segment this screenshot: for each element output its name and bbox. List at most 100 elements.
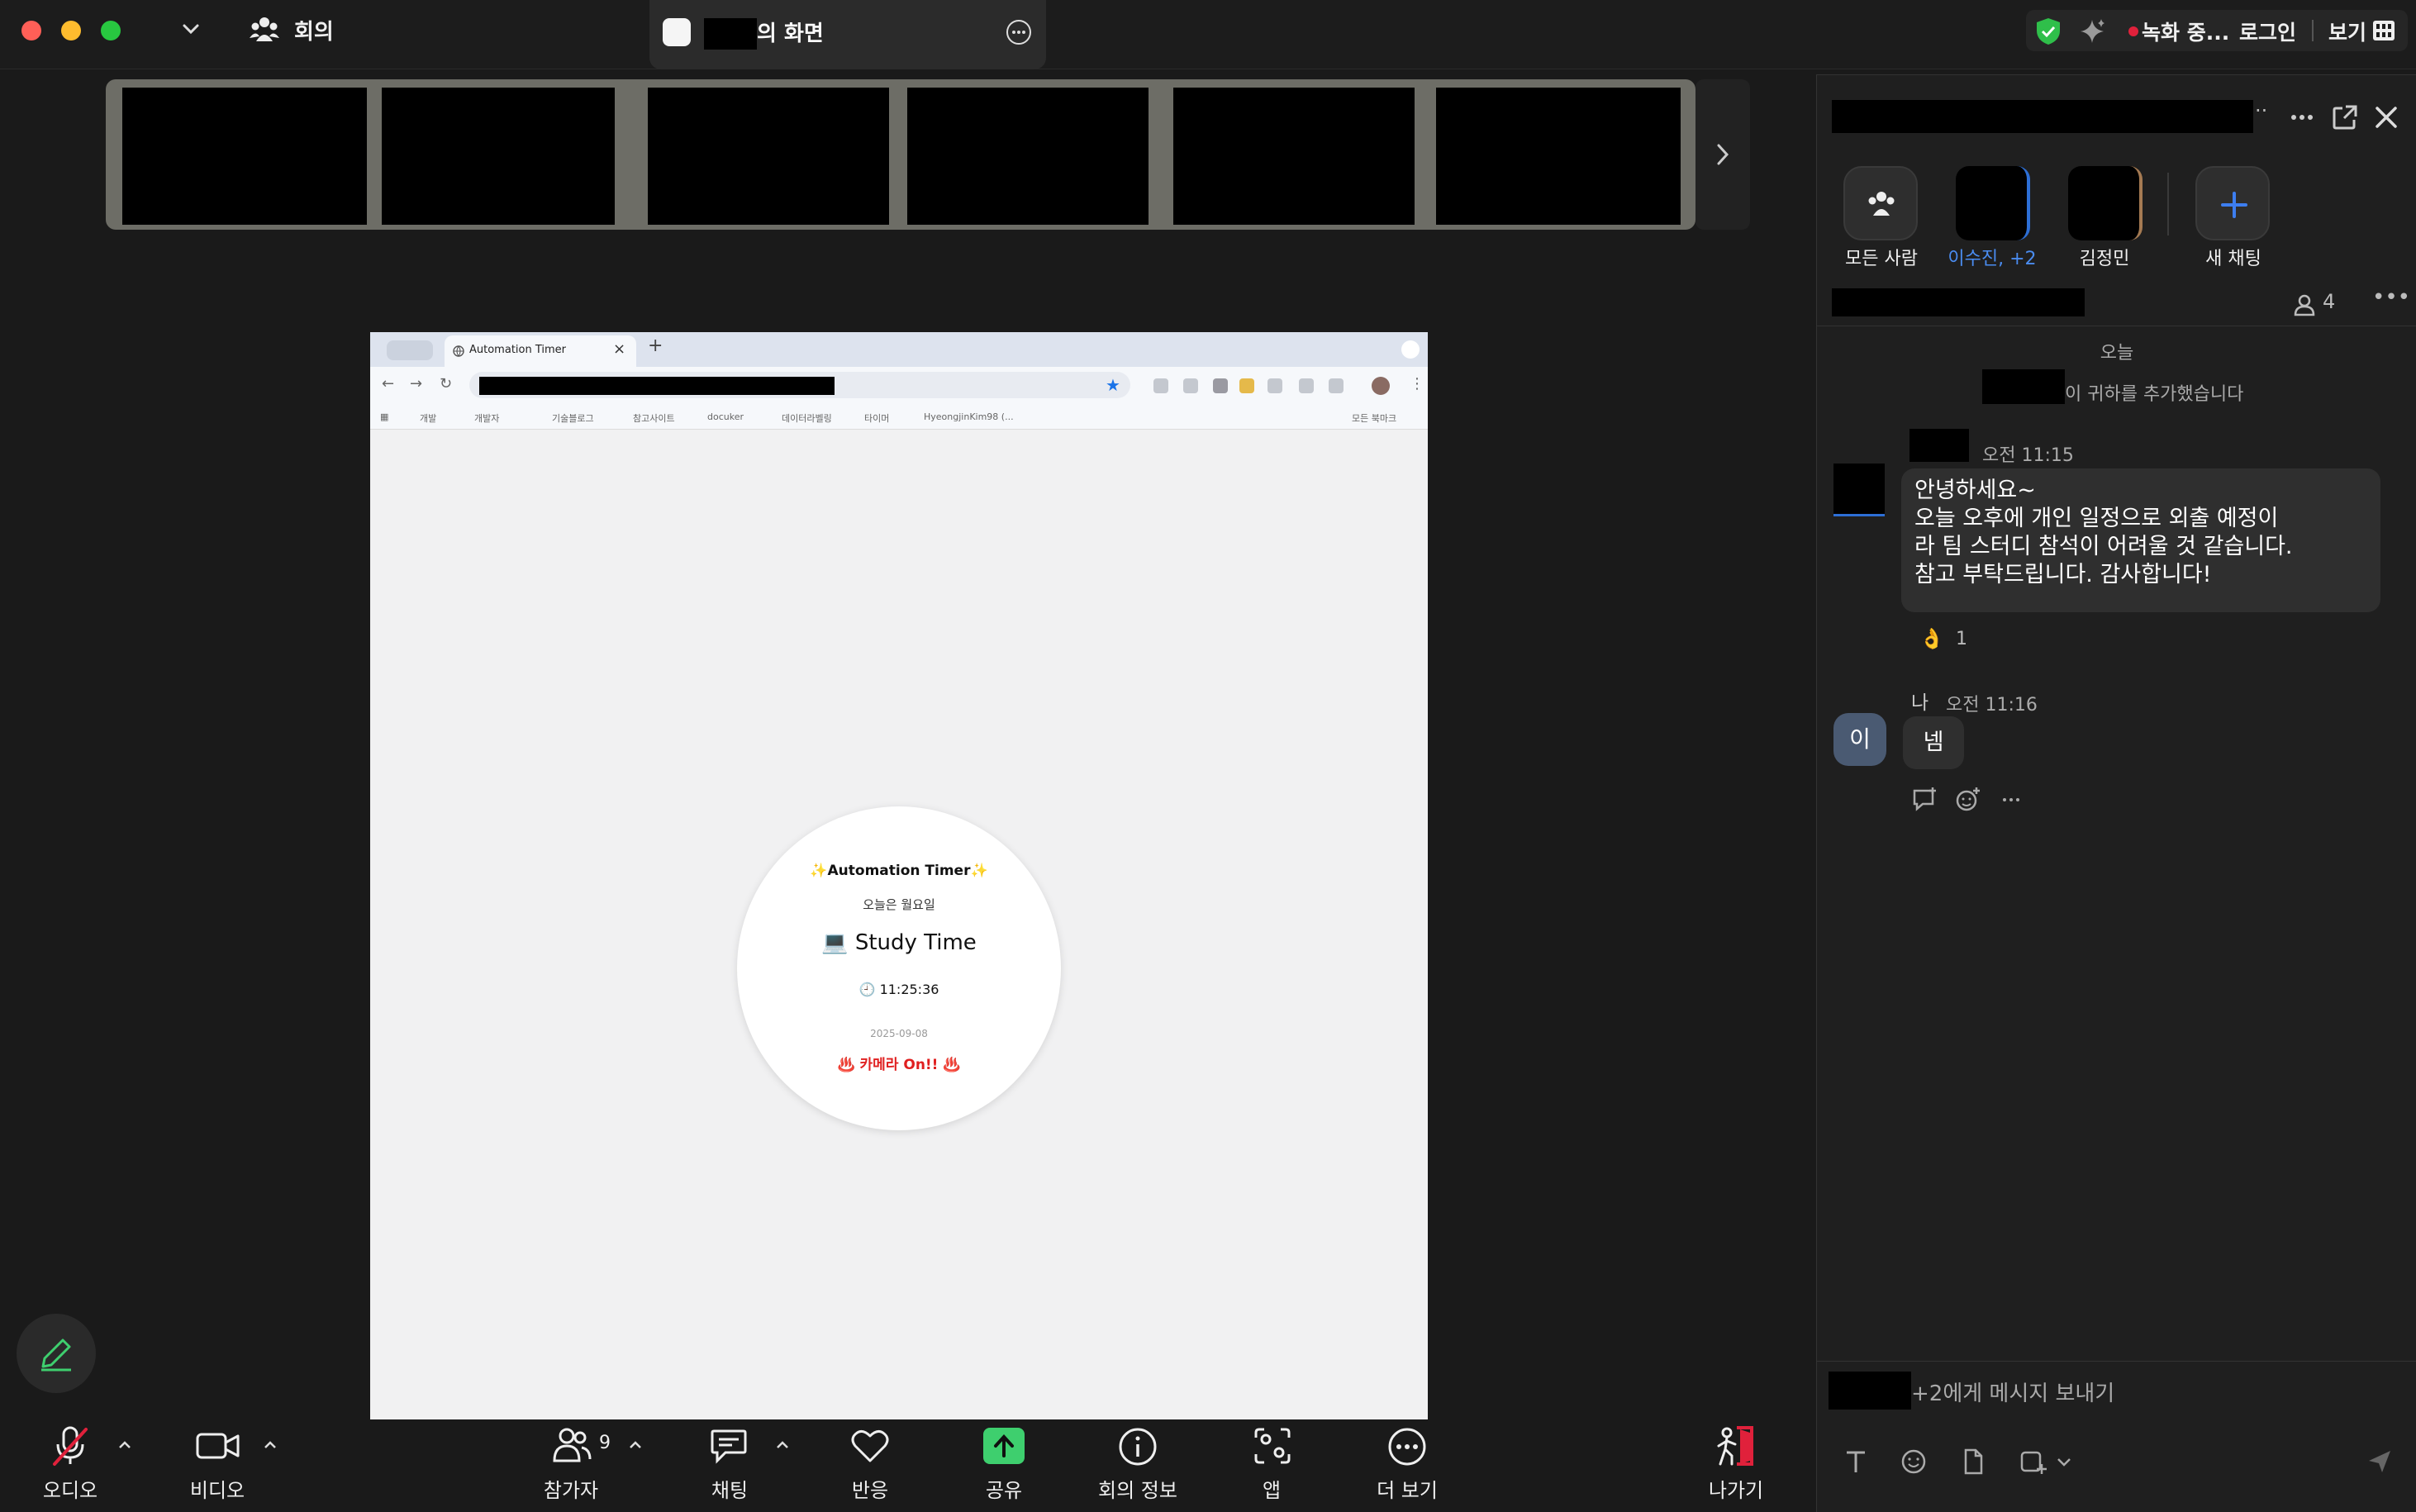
more-icon[interactable] xyxy=(1386,1426,1428,1467)
audio-options-chevron-icon[interactable] xyxy=(116,1436,134,1454)
bookmark-item[interactable]: 기술블로그 xyxy=(552,411,594,425)
bookmark-item[interactable]: HyeongjinKim98 (... xyxy=(924,411,1014,422)
participant-video-tile[interactable] xyxy=(122,88,367,225)
more-options-icon[interactable] xyxy=(1997,786,2025,814)
member-count[interactable]: 4 xyxy=(2323,290,2335,313)
participant-video-tile[interactable] xyxy=(1436,88,1681,225)
participants-button-label[interactable]: 참가자 xyxy=(526,1474,616,1503)
chevron-down-icon[interactable] xyxy=(2055,1448,2073,1476)
extension-icon[interactable] xyxy=(1299,378,1314,393)
apps-button-label[interactable]: 앱 xyxy=(1226,1474,1317,1503)
video-options-chevron-icon[interactable] xyxy=(261,1436,279,1454)
address-bar[interactable]: ★ xyxy=(469,372,1130,398)
channel-group-avatar[interactable] xyxy=(1956,166,2030,240)
window-zoom-button[interactable] xyxy=(101,21,121,40)
meeting-info-button-label[interactable]: 회의 정보 xyxy=(1084,1474,1191,1503)
audio-button-label[interactable]: 오디오 xyxy=(25,1474,116,1503)
heart-icon[interactable] xyxy=(849,1428,891,1464)
bookmark-item[interactable]: docuker xyxy=(707,411,744,422)
bookmark-item[interactable]: 개발자 xyxy=(474,411,499,425)
more-options-icon[interactable] xyxy=(1005,18,1033,46)
login-button[interactable]: 로그인 xyxy=(2239,17,2296,46)
tab-menu-icon[interactable] xyxy=(1401,340,1420,359)
tab-search-icon[interactable] xyxy=(387,340,433,360)
reaction-emoji[interactable]: 👌 xyxy=(1919,627,1944,650)
reply-thread-icon[interactable] xyxy=(1911,786,1939,814)
channel-everyone[interactable] xyxy=(1843,166,1918,240)
share-screen-icon[interactable] xyxy=(983,1428,1025,1464)
extension-icon[interactable] xyxy=(1267,378,1282,393)
profile-avatar[interactable] xyxy=(1372,377,1390,395)
view-button[interactable]: 보기 xyxy=(2328,17,2366,46)
new-chat-button[interactable] xyxy=(2195,166,2270,240)
all-bookmarks-folder[interactable]: 모든 북마크 xyxy=(1352,411,1396,425)
extension-icon[interactable] xyxy=(1239,378,1254,393)
extension-icon[interactable] xyxy=(1213,378,1228,393)
apps-icon[interactable] xyxy=(1253,1426,1292,1466)
reload-icon[interactable]: ↻ xyxy=(440,375,456,393)
screen-share-tab[interactable]: 의 화면 xyxy=(649,0,1046,69)
strip-next-button[interactable] xyxy=(1695,79,1750,230)
video-button-label[interactable]: 비디오 xyxy=(172,1474,263,1503)
apps-grid-icon[interactable]: ▦ xyxy=(380,411,388,422)
extension-icon[interactable] xyxy=(1153,378,1168,393)
participants-options-chevron-icon[interactable] xyxy=(626,1436,644,1454)
channel-person-avatar[interactable] xyxy=(2068,166,2143,240)
message-composer[interactable]: +2에게 메시지 보내기 xyxy=(1817,1361,2416,1512)
chat-button-label[interactable]: 채팅 xyxy=(684,1474,775,1503)
window-close-button[interactable] xyxy=(21,21,41,40)
pop-out-icon[interactable] xyxy=(2331,103,2359,131)
bookmark-star-icon[interactable]: ★ xyxy=(1106,375,1120,395)
share-button-label[interactable]: 공유 xyxy=(958,1474,1049,1503)
browser-tab[interactable]: Automation Timer × xyxy=(445,335,636,367)
more-options-icon[interactable] xyxy=(2288,103,2316,131)
ai-companion-icon[interactable] xyxy=(2077,17,2107,46)
info-icon[interactable] xyxy=(1117,1426,1158,1467)
extension-icon[interactable] xyxy=(1183,378,1198,393)
screenshot-icon[interactable] xyxy=(2019,1448,2047,1476)
leave-button-label[interactable]: 나가기 xyxy=(1691,1474,1781,1503)
meeting-title[interactable]: 회의 xyxy=(294,15,334,45)
bookmark-item[interactable]: 개발 xyxy=(420,411,436,425)
participant-video-tile[interactable] xyxy=(382,88,615,225)
new-tab-icon[interactable]: + xyxy=(648,335,663,356)
leave-door-icon[interactable] xyxy=(1714,1424,1757,1467)
video-camera-icon[interactable] xyxy=(195,1429,241,1462)
file-icon[interactable] xyxy=(1959,1448,1987,1476)
chat-options-icon[interactable]: ••• xyxy=(2372,285,2410,310)
back-arrow-icon[interactable]: ← xyxy=(382,375,398,393)
add-reaction-icon[interactable] xyxy=(1954,786,1982,814)
participant-video-tile[interactable] xyxy=(648,88,889,225)
bookmark-item[interactable]: 참고사이트 xyxy=(633,411,675,425)
send-icon[interactable] xyxy=(2366,1448,2394,1476)
reactions-button-label[interactable]: 반응 xyxy=(825,1474,916,1503)
message-bubble[interactable]: 안녕하세요~ 오늘 오후에 개인 일정으로 외출 예정이 라 팀 스터디 참석이… xyxy=(1901,468,2380,612)
more-button-label[interactable]: 더 보기 xyxy=(1362,1474,1453,1503)
bookmark-item[interactable]: 데이터라벨링 xyxy=(782,411,832,425)
avatar[interactable]: 이 xyxy=(1833,713,1886,766)
emoji-icon[interactable] xyxy=(1900,1448,1928,1476)
shield-check-icon[interactable] xyxy=(2034,17,2062,46)
window-minimize-button[interactable] xyxy=(61,21,81,40)
chevron-down-icon[interactable] xyxy=(178,17,203,41)
gallery-grid-icon[interactable] xyxy=(2371,18,2396,43)
close-icon[interactable] xyxy=(2372,103,2400,131)
browser-menu-icon[interactable]: ⋮ xyxy=(1410,375,1426,393)
bookmark-item[interactable]: 타이머 xyxy=(864,411,889,425)
microphone-muted-icon[interactable] xyxy=(50,1424,91,1467)
close-icon[interactable]: × xyxy=(613,340,625,358)
participant-video-tile[interactable] xyxy=(907,88,1149,225)
recording-status[interactable]: 녹화 중... xyxy=(2142,17,2229,46)
message-bubble[interactable]: 넴 xyxy=(1903,716,1964,769)
text-format-icon[interactable] xyxy=(1842,1448,1870,1476)
chat-bubbles-icon[interactable] xyxy=(709,1426,749,1466)
extensions-puzzle-icon[interactable] xyxy=(1329,378,1344,393)
chat-options-chevron-icon[interactable] xyxy=(773,1436,792,1454)
forward-arrow-icon[interactable]: → xyxy=(410,375,426,393)
participants-icon[interactable] xyxy=(552,1426,592,1464)
avatar[interactable] xyxy=(1833,464,1885,516)
message-input-placeholder[interactable]: +2에게 메시지 보내기 xyxy=(1911,1376,2114,1407)
shared-screen[interactable]: Automation Timer × + ← → ↻ ★ ⋮ ▦ 개발 개발자 … xyxy=(370,332,1428,1419)
participant-video-tile[interactable] xyxy=(1173,88,1415,225)
annotate-button[interactable] xyxy=(17,1314,96,1393)
